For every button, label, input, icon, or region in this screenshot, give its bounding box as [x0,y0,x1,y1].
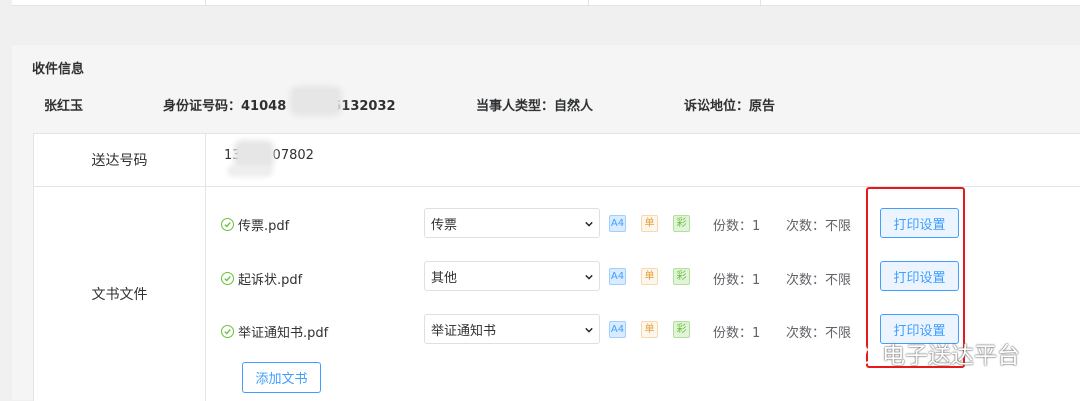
chevron-down-icon [585,221,593,227]
recipient-name: 张红玉 [44,99,84,114]
single-side-tag: 单 [641,215,658,232]
chevron-down-icon [585,274,593,280]
check-circle-icon [221,218,234,231]
select-value: 传票 [431,217,458,233]
select-value: 举证通知书 [431,323,497,339]
document-type-select[interactable]: 其他 [424,261,600,291]
id-label: 身份证号码： [163,99,242,114]
documents-label: 文书文件 [34,187,206,401]
section-title: 收件信息 [32,62,85,77]
litigation-value: 原告 [749,99,776,114]
file-name: 举证通知书.pdf [221,322,328,341]
print-times: 次数：不限 [786,219,852,234]
column-divider [588,0,589,5]
id-number: 身份证号码：41048 5132032 [163,95,396,114]
litigation-label: 诉讼地位： [684,99,750,114]
print-times: 次数：不限 [786,273,852,288]
id-suffix: 5132032 [332,99,396,114]
redaction-blur [238,144,270,166]
party-type: 当事人类型：自然人 [476,95,593,114]
chevron-down-icon [585,327,593,333]
paper-a4-tag: A4 [609,215,626,232]
add-document-button[interactable]: 添加文书 [242,362,321,393]
watermark-text: 电子送达平台 [882,343,1020,369]
document-type-select[interactable]: 举证通知书 [424,314,600,344]
id-prefix: 41048 [241,99,287,114]
document-type-select[interactable]: 传票 [424,208,600,238]
single-side-tag: 单 [641,321,658,338]
color-print-tag: 彩 [673,268,690,285]
party-type-value: 自然人 [554,99,594,114]
single-side-tag: 单 [641,268,658,285]
delivery-number-label: 送达号码 [34,134,206,186]
number-suffix: 07802 [272,148,314,163]
file-name-text: 举证通知书.pdf [238,326,329,341]
color-print-tag: 彩 [673,321,690,338]
copies-count: 份数：1 [713,219,761,234]
wechat-icon [843,340,874,364]
watermark: 电子送达平台 [842,336,1020,370]
check-circle-icon [221,325,234,338]
paper-a4-tag: A4 [609,268,626,285]
file-name: 起诉状.pdf [221,269,302,288]
select-value: 其他 [431,270,458,286]
previous-table-edge [12,0,1080,6]
column-divider [760,0,761,5]
color-print-tag: 彩 [673,215,690,232]
party-type-label: 当事人类型： [476,99,555,114]
redaction-blur [230,168,270,174]
file-name: 传票.pdf [221,215,289,234]
redaction-blur [294,90,338,112]
copies-count: 份数：1 [713,326,761,341]
column-divider [205,0,206,5]
file-name-text: 传票.pdf [238,219,290,234]
file-name-text: 起诉状.pdf [238,273,303,288]
copies-count: 份数：1 [713,273,761,288]
litigation-status: 诉讼地位：原告 [684,95,775,114]
paper-a4-tag: A4 [609,321,626,338]
check-circle-icon [221,272,234,285]
